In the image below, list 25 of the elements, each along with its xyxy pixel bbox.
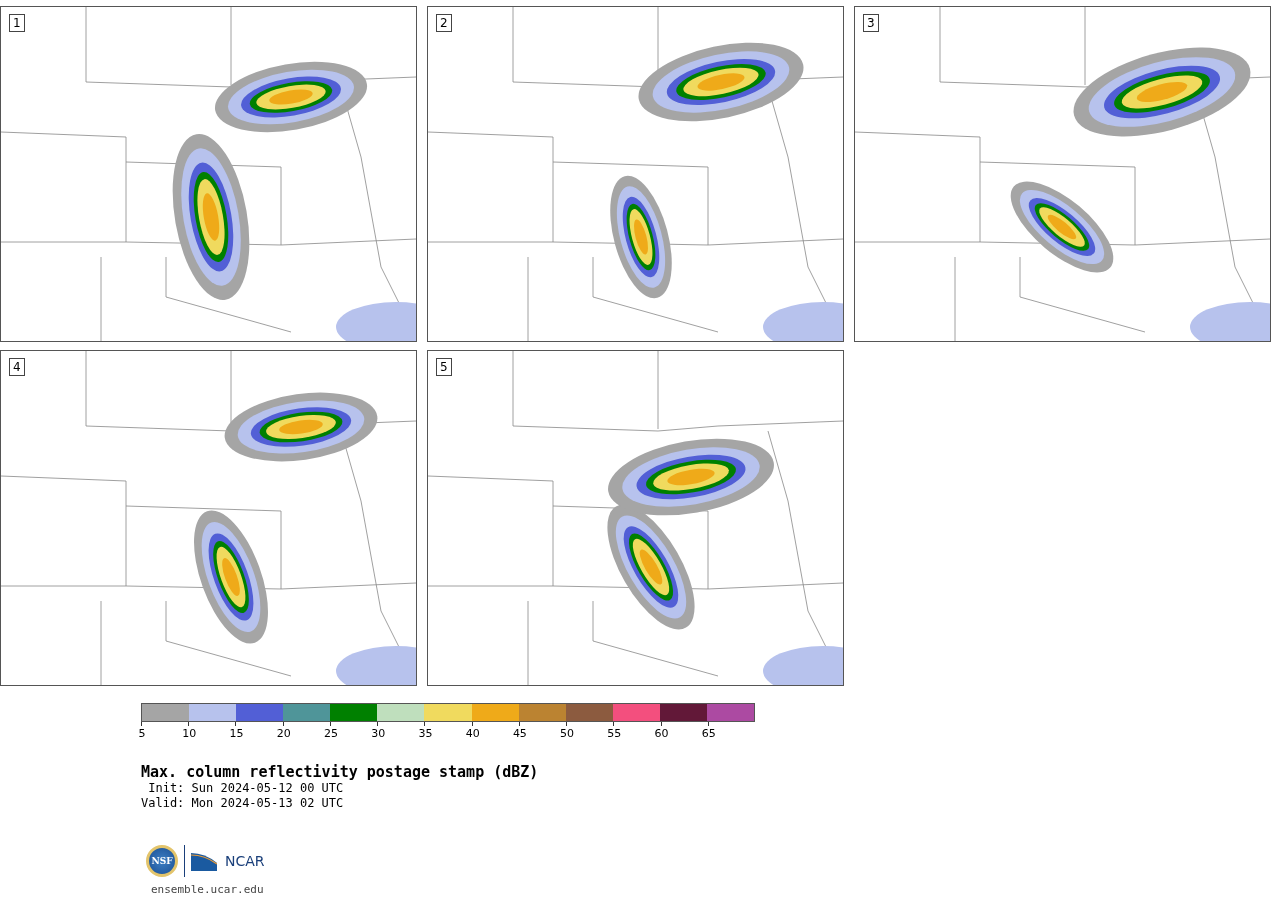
tick-label: 20	[276, 727, 291, 740]
panel-number: 1	[9, 14, 25, 32]
website-url: ensemble.ucar.edu	[151, 883, 265, 896]
tick-label: 50	[560, 727, 575, 740]
tick-label: 10	[182, 727, 197, 740]
tick-label: 45	[512, 727, 527, 740]
chart-title: Max. column reflectivity postage stamp (dBZ)	[141, 763, 540, 781]
tick-label: 65	[701, 727, 716, 740]
tick-label: 5	[138, 727, 146, 740]
panel-number: 4	[9, 358, 25, 376]
tick-label: 15	[229, 727, 244, 740]
init-time: Init: Sun 2024-05-12 00 UTC	[147, 781, 345, 796]
tick-label: 30	[371, 727, 386, 740]
panel-number: 5	[436, 358, 452, 376]
tick-label: 35	[418, 727, 433, 740]
tick-label: 25	[323, 727, 338, 740]
valid-time: Valid: Mon 2024-05-13 02 UTC	[141, 796, 345, 811]
nsf-logo: NSF	[146, 845, 178, 877]
ncar-logo: NCAR	[225, 853, 265, 869]
panel-number: 2	[436, 14, 452, 32]
panel-number: 3	[863, 14, 879, 32]
tick-label: 40	[465, 727, 480, 740]
tick-label: 60	[654, 727, 669, 740]
tick-label: 55	[607, 727, 622, 740]
ncar-logo-icon	[191, 851, 217, 871]
